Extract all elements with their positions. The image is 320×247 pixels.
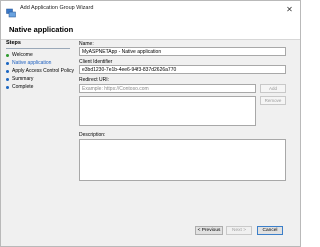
step-welcome: Welcome [6,52,33,58]
wizard-header: Native application [1,19,300,40]
next-button[interactable]: Next > [226,226,252,235]
step-label: Apply Access Control Policy [12,68,74,74]
step-summary: Summary [6,76,33,82]
step-complete: Complete [6,84,33,90]
app-group-icon [6,5,16,18]
step-status-icon [6,77,9,81]
step-status-icon [6,61,9,65]
name-field[interactable]: MyASPNETApp - Native application [79,47,286,56]
redirect-uri-label: Redirect URI: [79,77,110,83]
step-label: Complete [12,84,34,90]
description-label: Description: [79,132,106,138]
cancel-button[interactable]: Cancel [257,226,283,235]
step-status-icon [6,85,9,89]
page-title: Native application [9,25,74,34]
step-label: Summary [12,76,34,82]
redirect-uri-input[interactable]: Example: https://Contoso.com [79,84,256,93]
steps-heading: Steps [6,40,21,46]
step-native-application: Native application [6,60,51,66]
redirect-uri-placeholder: Example: https://Contoso.com [82,86,149,92]
add-button[interactable]: Add [260,84,286,93]
wizard-content: Steps Welcome Native application Apply A… [1,40,300,246]
previous-button[interactable]: < Previous [195,226,223,235]
window-title: Add Application Group Wizard [20,5,94,11]
step-status-icon [6,53,9,57]
close-button[interactable]: ✕ [279,1,300,19]
remove-button[interactable]: Remove [260,96,286,105]
step-status-icon [6,69,9,73]
title-bar: Add Application Group Wizard ✕ [1,1,300,19]
redirect-uri-list[interactable] [79,96,256,126]
description-field[interactable] [79,139,286,181]
step-label: Welcome [12,52,33,58]
client-identifier-field[interactable]: e3bd1230-7e1b-4ee6-94f3-837d2626a770 [79,65,286,74]
step-apply-access-control-policy: Apply Access Control Policy [6,68,74,74]
steps-divider [6,48,70,49]
step-label: Native application [12,60,52,66]
wizard-window: Add Application Group Wizard ✕ Native ap… [0,0,301,247]
